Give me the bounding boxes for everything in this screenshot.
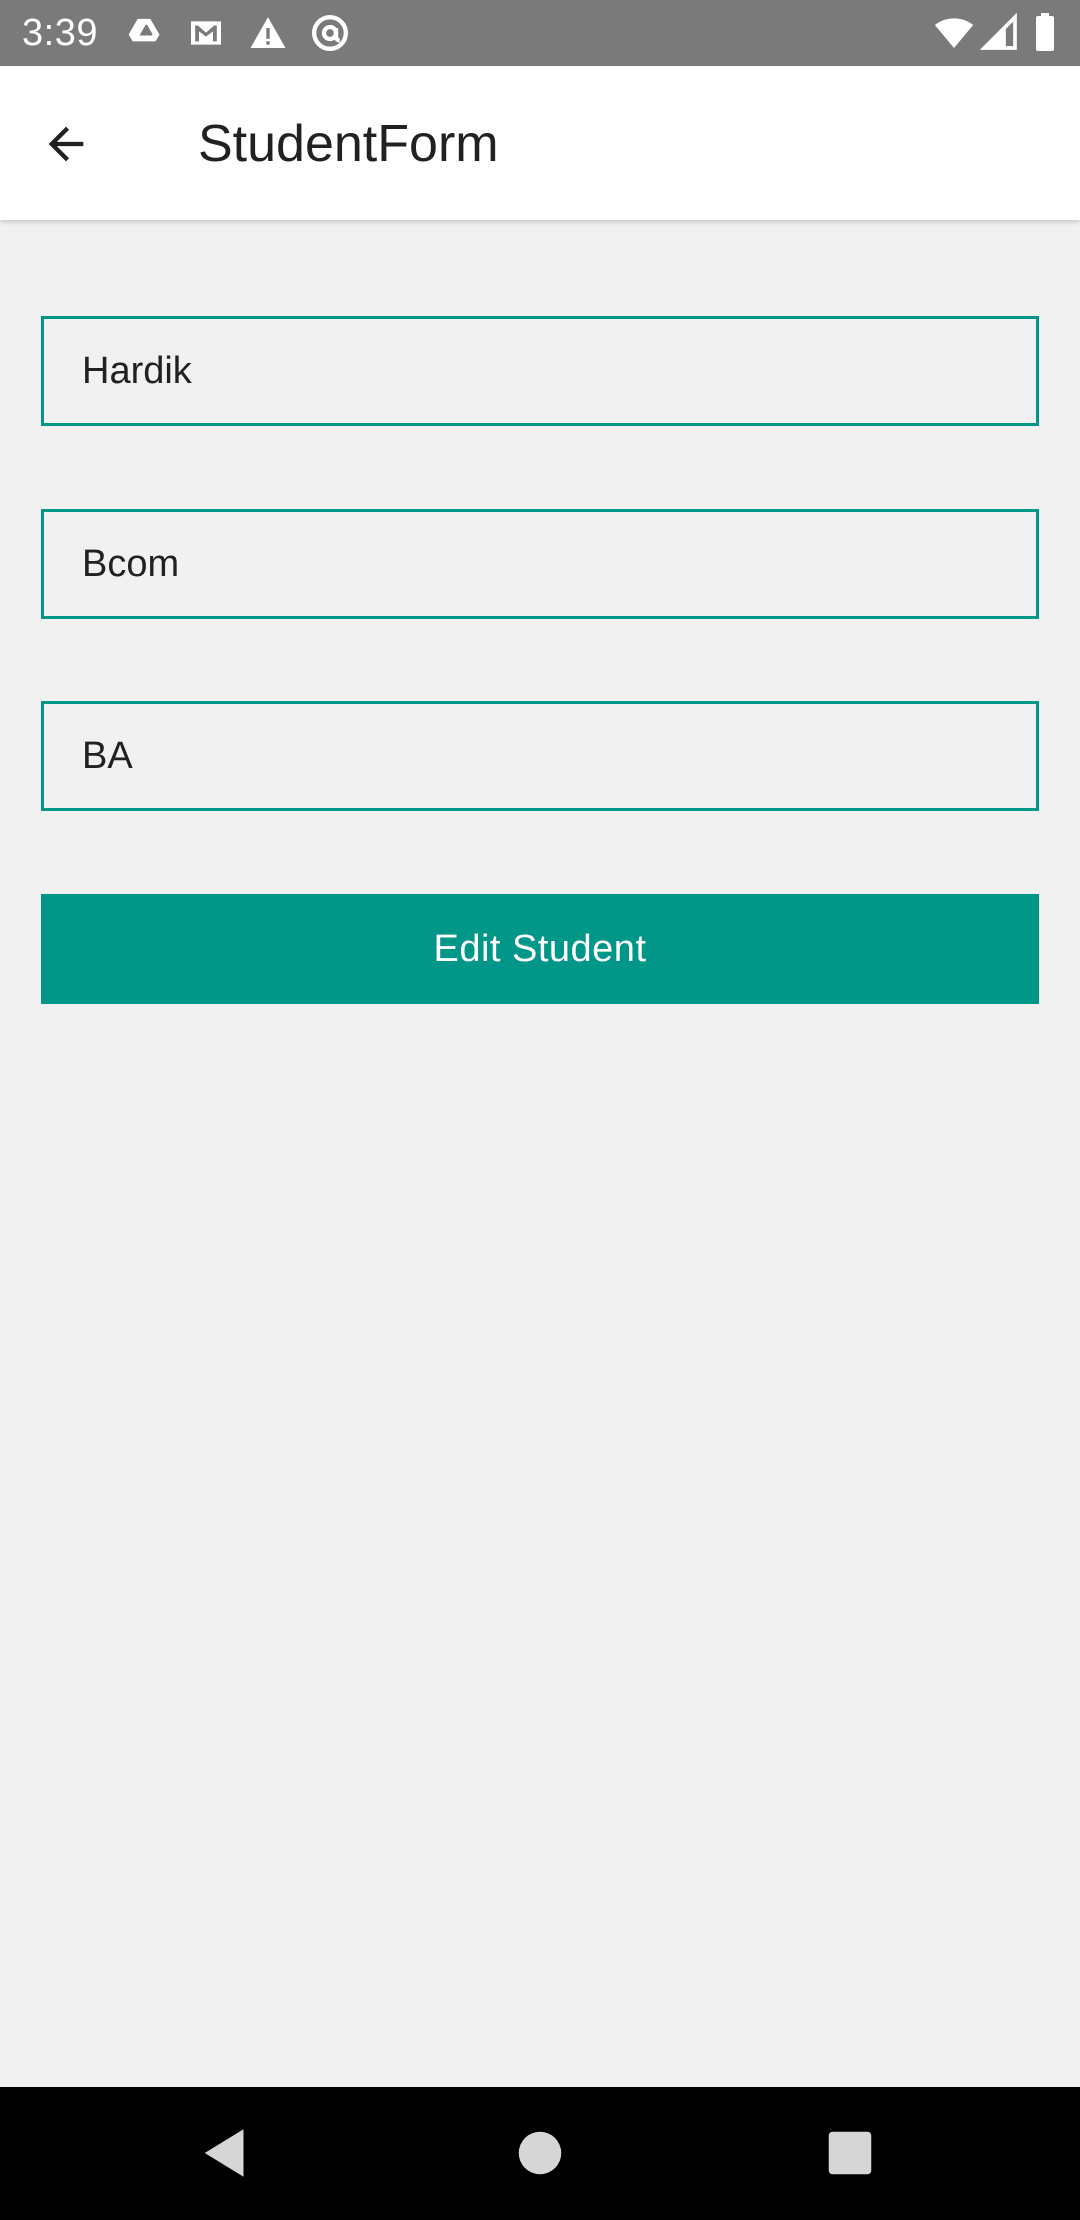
edit-student-button[interactable]: Edit Student — [41, 894, 1039, 1004]
warning-icon — [248, 13, 288, 53]
drive-icon — [124, 13, 164, 53]
arrow-left-icon — [40, 118, 92, 170]
back-button[interactable] — [24, 102, 108, 186]
nav-back-button[interactable] — [196, 2123, 256, 2183]
course-input[interactable] — [82, 542, 998, 586]
battery-icon — [1028, 13, 1062, 53]
back-triangle-icon — [196, 2123, 256, 2183]
home-circle-icon — [510, 2123, 570, 2183]
name-input[interactable] — [82, 349, 998, 393]
navigation-bar — [0, 2087, 1080, 2220]
wifi-icon — [934, 13, 974, 53]
recents-square-icon — [820, 2123, 880, 2183]
status-time: 3:39 — [22, 12, 98, 54]
degree-field[interactable] — [41, 701, 1039, 811]
course-field[interactable] — [41, 509, 1039, 619]
status-bar: 3:39 — [0, 0, 1080, 66]
gmail-icon — [186, 13, 226, 53]
nav-recents-button[interactable] — [820, 2123, 880, 2183]
name-field[interactable] — [41, 316, 1039, 426]
edit-student-button-label: Edit Student — [433, 927, 647, 970]
nav-home-button[interactable] — [510, 2123, 570, 2183]
at-sign-icon — [310, 13, 350, 53]
degree-input[interactable] — [82, 734, 998, 778]
page-title: StudentForm — [198, 115, 499, 173]
cell-signal-icon — [980, 13, 1020, 53]
app-bar: StudentForm — [0, 66, 1080, 220]
